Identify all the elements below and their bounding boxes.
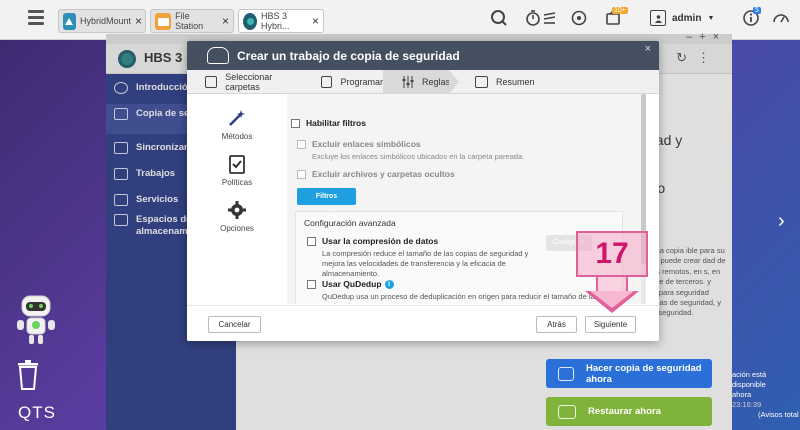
- side-item-methods[interactable]: Métodos: [187, 108, 287, 141]
- section-title: Configuración avanzada: [304, 218, 396, 228]
- qts-logo: QTS: [18, 403, 56, 422]
- side-item-label: Métodos: [221, 132, 253, 141]
- folder-icon: [155, 12, 172, 30]
- compression-checkbox[interactable]: Usar la compresión de datos La compresió…: [307, 236, 543, 279]
- advanced-filters-button[interactable]: Filtros avanzados: [297, 188, 356, 217]
- tab-label: File Station: [175, 11, 204, 31]
- step-label: Resumen: [496, 77, 535, 87]
- user-menu[interactable]: admin ▼: [650, 10, 714, 26]
- arrow-down-icon: [596, 277, 628, 291]
- gear-icon: [227, 200, 247, 220]
- side-item-policies[interactable]: Políticas: [187, 154, 287, 187]
- button-label: Hacer copia de seguridad ahora: [585, 362, 702, 385]
- arrow-down-head-fill: [590, 291, 634, 308]
- tab-label: HybridMount: [80, 16, 132, 26]
- side-item-label: Opciones: [220, 224, 254, 233]
- info-badge: 5: [753, 7, 761, 14]
- checkbox-description: La compresión reduce el tamaño de las co…: [322, 249, 529, 278]
- magic-wand-icon: [227, 108, 247, 128]
- close-icon[interactable]: ×: [222, 14, 229, 28]
- sync-icon[interactable]: [568, 9, 590, 31]
- back-button[interactable]: Atrás: [536, 316, 577, 333]
- tab-label: HBS 3 Hybri...: [261, 11, 290, 31]
- backup-now-button[interactable]: Hacer copia de seguridad ahora: [546, 359, 712, 388]
- info-icon[interactable]: i: [384, 279, 394, 289]
- exclude-hidden-checkbox[interactable]: Excluir archivos y carpetas ocultos: [297, 169, 455, 179]
- dialog-header: Crear un trabajo de copia de seguridad ×: [187, 41, 659, 70]
- notif-text: ahora: [732, 390, 752, 399]
- wizard-steps: Seleccionar carpetas Programar Reglas Re…: [187, 70, 659, 94]
- checklist-icon: [227, 154, 247, 174]
- notif-text: (Avisos total: [758, 410, 799, 419]
- step-schedule[interactable]: Programar: [303, 70, 383, 94]
- checkbox-label: Excluir archivos y carpetas ocultos: [312, 169, 455, 179]
- checkbox[interactable]: [307, 237, 316, 246]
- folder-icon: [205, 76, 218, 88]
- sliders-icon: [401, 76, 414, 88]
- user-icon: [650, 10, 666, 26]
- tab-hbs3[interactable]: HBS 3 Hybri... ×: [238, 9, 324, 33]
- checkbox-label: Excluir enlaces simbólicos: [312, 139, 421, 149]
- side-item-label: Políticas: [221, 178, 253, 187]
- search-icon[interactable]: [488, 9, 510, 31]
- checkbox-label: Usar QuDedup: [322, 279, 382, 289]
- dialog-title: Crear un trabajo de copia de seguridad: [237, 49, 460, 63]
- checkbox-description: Excluye los enlaces simbólicos ubicados …: [312, 152, 525, 161]
- checkbox-description: QuDedup usa un proceso de deduplicación …: [322, 292, 599, 304]
- rules-side-menu: Métodos Políticas Opciones: [187, 94, 287, 304]
- calendar-icon: [321, 76, 333, 88]
- username: admin: [672, 12, 702, 24]
- step-label: Programar: [340, 77, 383, 87]
- notification-popup: ación está disponible ahora 23:16:39 (Av…: [732, 370, 800, 420]
- checkbox[interactable]: [297, 140, 306, 149]
- chevron-down-icon: ▼: [707, 14, 715, 22]
- tutorial-step-badge: 17: [576, 231, 648, 277]
- backup-icon: [558, 366, 574, 381]
- checkbox[interactable]: [291, 119, 300, 128]
- cancel-button[interactable]: Cancelar: [208, 316, 261, 333]
- enable-filters-checkbox[interactable]: Habilitar filtros: [291, 118, 366, 128]
- step-rules[interactable]: Reglas: [383, 70, 459, 94]
- qudedup-checkbox[interactable]: Usar QuDedup i QuDedup usa un proceso de …: [307, 279, 617, 304]
- backup-icon: [207, 47, 229, 64]
- exclude-symlinks-checkbox[interactable]: Excluir enlaces simbólicos Excluye los e…: [297, 139, 524, 162]
- close-icon[interactable]: ×: [312, 14, 319, 28]
- tab-hybridmount[interactable]: HybridMount ×: [58, 9, 146, 33]
- tasks-icon[interactable]: [538, 9, 560, 31]
- step-label: Seleccionar carpetas: [225, 72, 273, 92]
- hybridmount-icon: [63, 12, 76, 30]
- button-label: Restaurar ahora: [588, 406, 661, 417]
- checkbox[interactable]: [297, 170, 306, 179]
- step-select-folders[interactable]: Seleccionar carpetas: [187, 70, 303, 94]
- notification-badge: 10+: [612, 7, 628, 14]
- summary-icon: [475, 76, 488, 88]
- robot-assistant-icon[interactable]: [14, 292, 58, 346]
- step-label: Reglas: [422, 77, 451, 87]
- chevron-right-icon[interactable]: ›: [778, 210, 785, 233]
- close-icon[interactable]: ×: [645, 43, 651, 55]
- hbs3-icon: [243, 12, 257, 30]
- restore-icon: [558, 404, 576, 419]
- side-item-options[interactable]: Opciones: [187, 200, 287, 233]
- notif-time: 23:16:39: [732, 400, 762, 409]
- advanced-settings-box: Configuración avanzada Usar la compresió…: [295, 211, 623, 304]
- restore-now-button[interactable]: Restaurar ahora: [546, 397, 712, 426]
- trash-icon[interactable]: [17, 360, 39, 390]
- checkbox-label: Habilitar filtros: [306, 118, 366, 128]
- checkbox-label: Usar la compresión de datos: [322, 236, 439, 246]
- notif-text: ación está disponible: [732, 370, 767, 389]
- next-button[interactable]: Siguiente: [585, 316, 636, 333]
- step-summary[interactable]: Resumen: [449, 70, 549, 94]
- main-menu-icon[interactable]: [28, 10, 44, 26]
- close-icon[interactable]: ×: [135, 14, 142, 28]
- dashboard-icon[interactable]: [770, 9, 792, 31]
- tab-file-station[interactable]: File Station ×: [150, 9, 234, 33]
- checkbox[interactable]: [307, 280, 316, 289]
